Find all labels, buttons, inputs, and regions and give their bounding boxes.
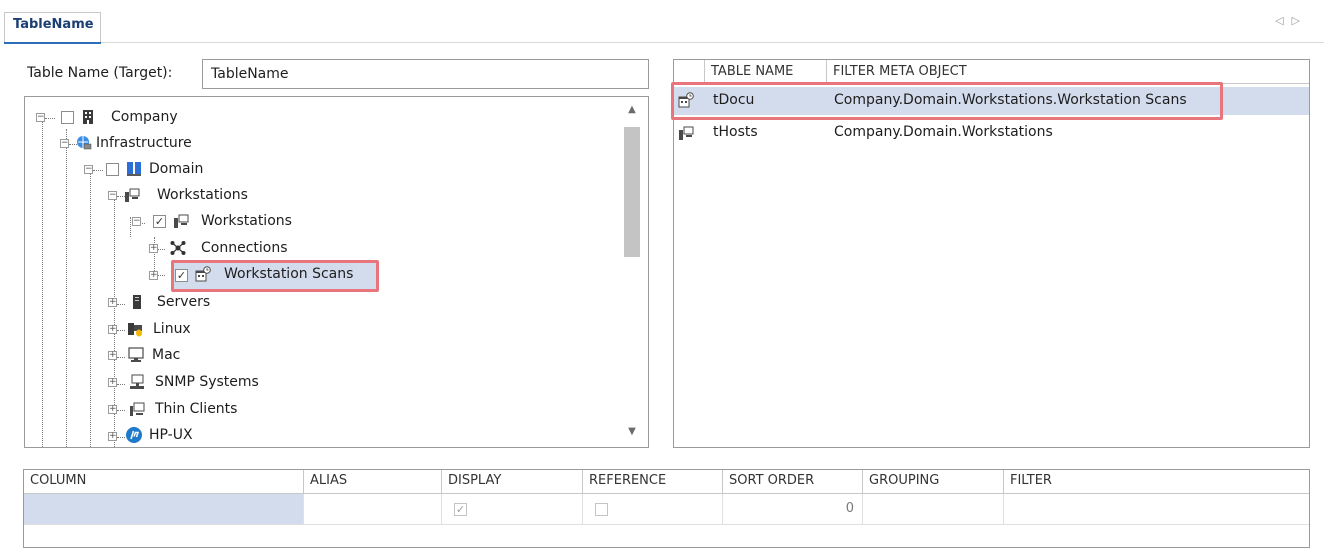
sort-order-value: 0 [845,501,854,516]
collapse-infrastructure[interactable]: − [60,139,69,148]
expand-connections[interactable]: + [149,244,158,253]
expand-thin-clients[interactable]: + [108,405,117,414]
globe-computer-icon [77,136,92,150]
tab-label: TableName [13,17,94,32]
workstation-icon [125,188,140,202]
tree-node-infrastructure[interactable]: Infrastructure [96,135,192,151]
tree-node-connections[interactable]: Connections [201,240,288,256]
workstation-icon [679,126,694,140]
expand-workstation-scans[interactable]: + [149,271,158,280]
column-header-alias[interactable]: ALIAS [304,470,442,494]
expand-snmp[interactable]: + [108,378,117,387]
cell-alias[interactable] [304,494,442,525]
tab-tablename[interactable]: TableName [4,12,101,42]
collapse-workstations[interactable]: − [108,191,117,200]
checkbox-workstations[interactable]: ✓ [153,215,166,228]
column-header-reference[interactable]: REFERENCE [583,470,723,494]
tab-scroll-left-icon[interactable]: ◁ [1275,14,1291,27]
tree-node-domain[interactable]: Domain [149,161,203,177]
cell-reference[interactable] [583,494,723,525]
tab-strip-divider [101,42,1324,43]
linux-icon [128,323,142,337]
column-header-filter[interactable]: FILTER [1004,470,1309,494]
tree-node-company[interactable]: Company [111,109,178,125]
collapse-domain[interactable]: − [84,165,93,174]
expand-linux[interactable]: + [108,325,117,334]
checkbox-company[interactable] [61,111,74,124]
cell-column[interactable] [24,494,304,525]
table-name-input[interactable] [202,59,649,89]
network-icon [170,241,186,255]
grid-header-table-name[interactable]: TABLE NAME [705,60,827,84]
column-header-column[interactable]: COLUMN [24,470,304,494]
tree-node-servers[interactable]: Servers [157,294,210,310]
checkbox-domain[interactable] [106,163,119,176]
workstation-icon [174,214,189,228]
column-header-grouping[interactable]: GROUPING [863,470,1004,494]
column-header-sort-order[interactable]: SORT ORDER [723,470,863,494]
thin-client-icon [130,402,145,416]
tree-node-hp-ux[interactable]: HP-UX [149,427,193,443]
tree-node-mac[interactable]: Mac [152,347,180,363]
collapse-workstations-object[interactable]: − [132,217,141,226]
scroll-up-icon[interactable]: ▲ [622,101,642,119]
cell-grouping[interactable] [863,494,1004,525]
expand-hp-ux[interactable]: + [108,432,117,441]
domain-icon [127,162,141,176]
tree-node-thin-clients[interactable]: Thin Clients [155,401,237,417]
column-settings-table[interactable]: COLUMN ALIAS DISPLAY REFERENCE SORT ORDE… [23,469,1310,548]
table-name-label: Table Name (Target): [27,65,173,81]
tree-node-workstations-folder[interactable]: Workstations [157,187,248,203]
expand-servers[interactable]: + [108,298,117,307]
hp-icon [126,427,142,443]
collapse-company[interactable]: − [36,113,45,122]
display-checkbox[interactable]: ✓ [454,503,467,516]
building-icon [83,110,93,124]
tree-node-linux[interactable]: Linux [153,321,191,337]
scroll-thumb[interactable] [624,127,640,257]
grid-header-icon-column [674,60,705,84]
table-row[interactable]: tHosts Company.Domain.Workstations [674,119,1309,147]
server-icon [133,295,141,309]
cell-sort-order[interactable]: 0 [723,494,863,525]
column-header-display[interactable]: DISPLAY [442,470,583,494]
cell-filter-meta-object: Company.Domain.Workstations [834,124,1053,140]
cell-table-name: tHosts [713,124,758,140]
tree-node-snmp-systems[interactable]: SNMP Systems [155,374,259,390]
cell-filter[interactable] [1004,494,1309,525]
grid-header-filter-meta-object[interactable]: FILTER META OBJECT [827,60,1309,84]
tree-scrollbar[interactable]: ▲ ▼ [622,101,642,441]
grid-callout-box [671,82,1223,120]
reference-checkbox[interactable] [595,503,608,516]
mac-icon [128,347,144,362]
tab-active-indicator [4,42,101,44]
snmp-icon [130,374,144,389]
cell-display[interactable]: ✓ [442,494,583,525]
tree-callout-box [171,260,379,292]
scroll-down-icon[interactable]: ▼ [622,423,642,441]
expand-mac[interactable]: + [108,351,117,360]
tree-node-workstations[interactable]: Workstations [201,213,292,229]
tab-scroll-right-icon[interactable]: ▷ [1292,14,1308,27]
tab-nav: ◁▷ [1275,14,1308,27]
